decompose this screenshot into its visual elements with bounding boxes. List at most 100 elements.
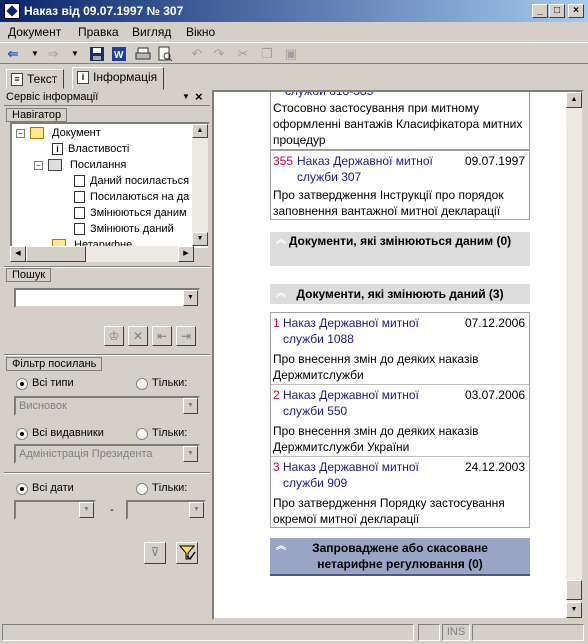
- doc-scroll-up-icon[interactable]: ▲: [566, 92, 582, 108]
- list-item[interactable]: 355 Наказ Державної митної служби 307 09…: [270, 150, 530, 220]
- tree-label: Посилаються на да: [90, 191, 190, 203]
- clear-filter-button[interactable]: ⊽: [144, 542, 166, 564]
- tree-scroll-left-icon[interactable]: ◀: [10, 246, 26, 262]
- clear-search-button[interactable]: ✕: [128, 326, 148, 346]
- list-item: служби 818-585 Стосовно застосування при…: [270, 92, 530, 150]
- entry-title[interactable]: Наказ Державної митної служби 307: [297, 153, 447, 185]
- word-export-icon[interactable]: W: [110, 45, 128, 63]
- tab-text[interactable]: ≡ Текст: [6, 69, 65, 89]
- redo-icon[interactable]: ↷: [210, 45, 228, 63]
- only-types-label: Тільки:: [152, 377, 188, 389]
- doc-vscroll-thumb[interactable]: [566, 580, 582, 600]
- status-bar: INS: [0, 622, 588, 642]
- back-icon[interactable]: ⇐: [4, 45, 22, 63]
- tree-scroll-up-icon[interactable]: ▲: [192, 124, 208, 138]
- chevron-down-icon[interactable]: ▼: [189, 502, 204, 518]
- close-button[interactable]: ×: [568, 4, 584, 18]
- entry-title[interactable]: Наказ Державної митної служби 550: [283, 387, 443, 419]
- doc-scroll-down-icon[interactable]: ▼: [566, 602, 582, 618]
- entry-number: 2: [273, 388, 280, 402]
- panel-menu-icon[interactable]: ▼: [182, 92, 190, 101]
- tree-label: Змінюються даним: [90, 207, 187, 219]
- panel-close-icon[interactable]: ×: [195, 89, 203, 104]
- chevron-down-icon[interactable]: ▼: [183, 290, 198, 306]
- tree-hscroll-track[interactable]: ◀ ▶: [10, 246, 194, 262]
- all-dates-radio[interactable]: [16, 483, 28, 495]
- section-nontariff[interactable]: ︽ Запроваджене або скасоване нетарифне р…: [270, 538, 530, 576]
- back-dropdown-icon[interactable]: ▼: [26, 45, 44, 63]
- all-types-radio[interactable]: [16, 378, 28, 390]
- divider: [4, 354, 210, 356]
- menu-window[interactable]: Вікно: [186, 25, 215, 39]
- menu-document[interactable]: Документ: [8, 25, 61, 39]
- search-label: Пошук: [6, 268, 52, 282]
- menu-view[interactable]: Вигляд: [132, 25, 171, 39]
- chevron-down-icon[interactable]: ▼: [183, 398, 198, 414]
- tree-label: Даний посилається: [90, 175, 190, 187]
- list-item[interactable]: 3 Наказ Державної митної служби 909 24.1…: [271, 459, 529, 529]
- forward-dropdown-icon[interactable]: ▼: [66, 45, 84, 63]
- tree-vscroll-track[interactable]: [192, 138, 208, 232]
- search-input[interactable]: ▼: [14, 288, 200, 308]
- tree-scroll-down-icon[interactable]: ▼: [192, 232, 208, 246]
- undo-icon[interactable]: ↶: [188, 45, 206, 63]
- minimize-button[interactable]: _: [532, 4, 548, 18]
- find-previous-button[interactable]: ⇤: [152, 326, 172, 346]
- tab-info[interactable]: i Інформація: [72, 67, 165, 90]
- all-dates-label: Всі дати: [32, 482, 74, 494]
- maximize-button[interactable]: □: [549, 4, 565, 18]
- only-types-radio[interactable]: [136, 378, 148, 390]
- menu-edit[interactable]: Правка: [78, 25, 119, 39]
- filter-icon: [178, 545, 196, 561]
- collapse-icon[interactable]: −: [16, 129, 25, 138]
- tab-text-label: Текст: [27, 72, 58, 86]
- search-binoculars-button[interactable]: ♔: [104, 326, 124, 346]
- entry-desc: Про затвердження Порядку застосування ок…: [273, 496, 505, 526]
- forward-icon[interactable]: ⇒: [44, 45, 62, 63]
- save-icon[interactable]: [88, 45, 106, 63]
- entry-number: 355: [273, 154, 294, 168]
- entry-number: 3: [273, 460, 280, 474]
- collapse-up-icon[interactable]: ︽: [276, 539, 286, 555]
- date-from-select[interactable]: ▼: [14, 500, 96, 520]
- panel-header: Сервіс інформації ▼ ×: [4, 89, 210, 106]
- entry-date: 24.12.2003: [464, 460, 525, 474]
- chevron-down-icon[interactable]: ▼: [79, 502, 94, 518]
- document-icon: [74, 223, 85, 235]
- section-changed-by-this[interactable]: ︽ Документи, які змінюються даним (0): [270, 232, 530, 266]
- tree-scroll-right-icon[interactable]: ▶: [178, 246, 194, 262]
- doc-vscroll-track[interactable]: ▲ ▼: [566, 92, 582, 618]
- tree-label: Властивості: [68, 143, 130, 155]
- divider: [4, 472, 210, 474]
- section-changing-this[interactable]: ︽ Документи, які змінюють даний (3): [270, 284, 530, 304]
- print-preview-icon[interactable]: [156, 45, 174, 63]
- entry-title[interactable]: Наказ Державної митної служби 1088: [283, 315, 443, 347]
- copy-icon[interactable]: ❐: [258, 45, 276, 63]
- tree-hscroll-thumb[interactable]: [26, 246, 86, 262]
- panel-title: Сервіс інформації: [6, 91, 99, 103]
- info-icon: i: [52, 143, 63, 155]
- chevron-down-icon[interactable]: ▼: [183, 446, 198, 462]
- collapse-up-icon[interactable]: ︽: [276, 233, 286, 249]
- paste-icon[interactable]: ▣: [282, 45, 300, 63]
- all-publishers-radio[interactable]: [16, 428, 28, 440]
- only-publishers-radio[interactable]: [136, 428, 148, 440]
- list-item[interactable]: 2 Наказ Державної митної служби 550 03.0…: [271, 387, 529, 457]
- only-dates-radio[interactable]: [136, 483, 148, 495]
- apply-filter-button[interactable]: [176, 542, 198, 564]
- entry-desc: Про внесення змін до деяких наказів Держ…: [273, 424, 479, 454]
- collapse-up-icon[interactable]: ︽: [276, 285, 286, 303]
- status-ins: INS: [442, 624, 470, 641]
- print-icon[interactable]: [134, 45, 152, 63]
- only-publishers-label: Тільки:: [152, 427, 188, 439]
- type-select[interactable]: Висновок ▼: [14, 396, 200, 416]
- collapse-icon[interactable]: −: [34, 161, 43, 170]
- cut-icon[interactable]: ✂: [234, 45, 252, 63]
- date-to-select[interactable]: ▼: [126, 500, 206, 520]
- entry-desc: Про затвердження Інструкції про порядок …: [273, 188, 504, 218]
- entry-title[interactable]: Наказ Державної митної служби 909: [283, 459, 443, 491]
- publisher-select[interactable]: Адміністрація Президента ▼: [14, 444, 200, 464]
- entry-title[interactable]: служби 818-585: [285, 92, 373, 98]
- find-next-button[interactable]: ⇥: [176, 326, 196, 346]
- list-item[interactable]: 1 Наказ Державної митної служби 1088 07.…: [271, 315, 529, 385]
